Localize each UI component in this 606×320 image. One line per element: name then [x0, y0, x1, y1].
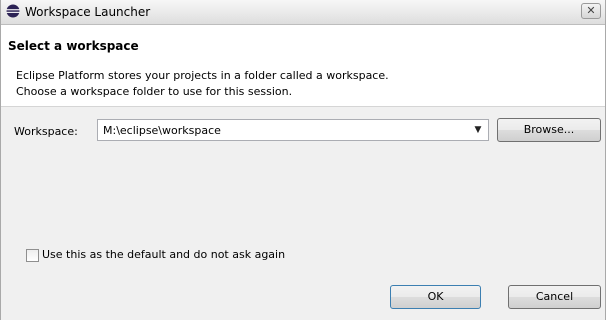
eclipse-icon: [6, 4, 20, 18]
window-title: Workspace Launcher: [25, 5, 151, 19]
workspace-launcher-dialog: Workspace Launcher ✕ Select a workspace …: [0, 0, 606, 320]
ok-button[interactable]: OK: [390, 285, 481, 309]
header-banner: Select a workspace Eclipse Platform stor…: [1, 25, 605, 107]
title-bar[interactable]: Workspace Launcher ✕: [1, 0, 605, 25]
close-icon: ✕: [586, 4, 596, 17]
default-checkbox-label[interactable]: Use this as the default and do not ask a…: [42, 248, 285, 261]
banner-description-line-2: Choose a workspace folder to use for thi…: [16, 85, 293, 98]
banner-title: Select a workspace: [8, 39, 139, 53]
browse-button[interactable]: Browse...: [497, 118, 601, 142]
workspace-path-value[interactable]: M:\eclipse\workspace: [103, 124, 221, 137]
banner-description-line-1: Eclipse Platform stores your projects in…: [16, 69, 389, 82]
close-button[interactable]: ✕: [581, 3, 601, 19]
cancel-button[interactable]: Cancel: [508, 285, 601, 309]
workspace-label: Workspace:: [14, 125, 78, 138]
workspace-combo[interactable]: M:\eclipse\workspace ▼: [97, 119, 489, 141]
chevron-down-icon[interactable]: ▼: [471, 124, 485, 136]
default-checkbox[interactable]: [26, 249, 39, 262]
